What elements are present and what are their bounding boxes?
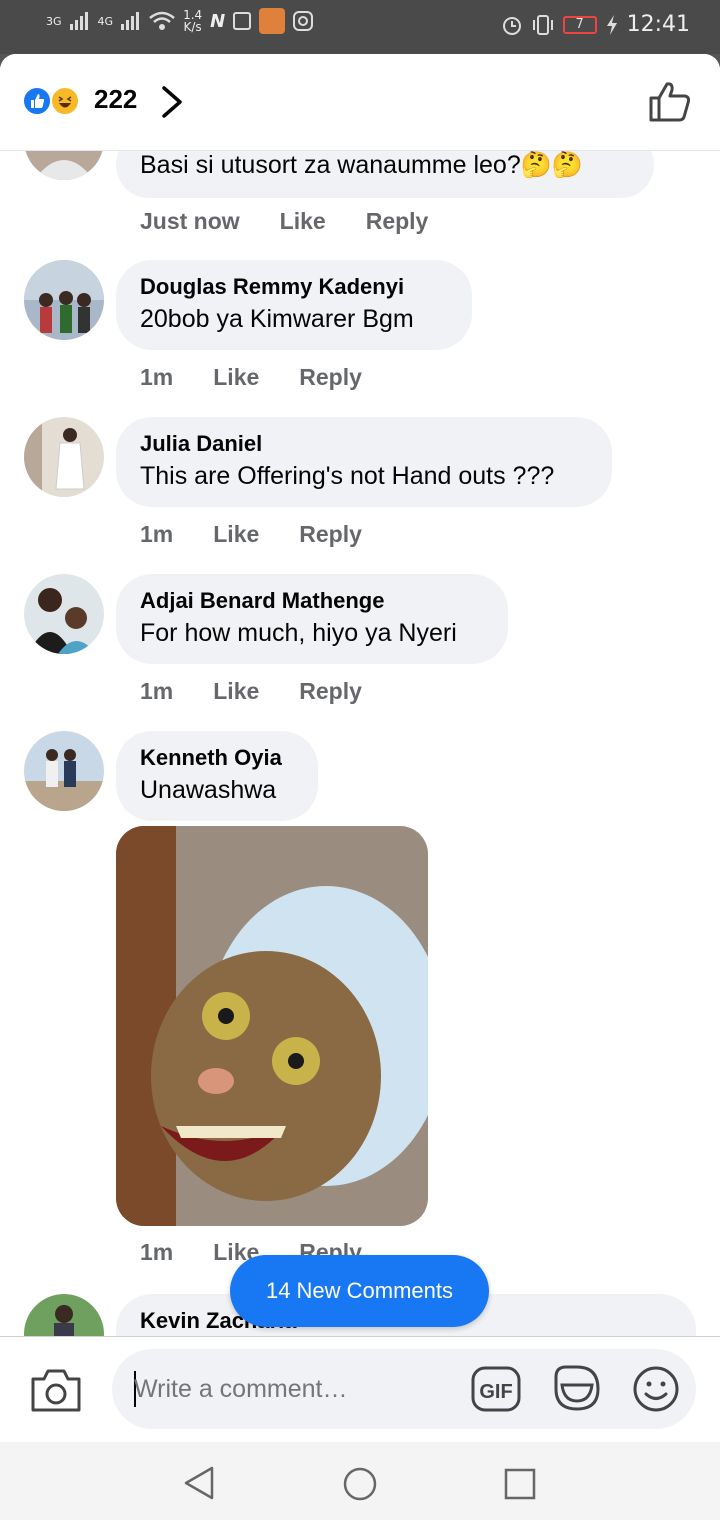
comment-image[interactable] [116,826,428,1226]
comment-time: 1m [140,521,174,547]
comment-time: 1m [140,678,174,704]
chevron-right-icon[interactable] [158,84,188,120]
reply-link[interactable]: Reply [299,364,362,391]
alarm-icon [502,16,521,35]
back-icon[interactable] [182,1466,216,1500]
app-icon [259,8,286,34]
comments-sheet: 222 Basi si utusort za wanaumme leo?🤔🤔 J… [0,54,720,1520]
reply-link[interactable]: Reply [299,678,362,705]
status-right: 7 12:41 [501,12,690,37]
commenter-name[interactable]: Kenneth Oyia [140,743,294,773]
charging-icon [606,14,617,35]
system-nav-bar [0,1442,720,1520]
status-bar: 3G 4G 1.4 K/s N 7 12:41 [0,0,720,54]
comment-text: For how much, hiyo ya Nyeri [140,619,457,647]
comment-text: This are Offering's not Hand outs ??? [140,462,555,490]
recent-apps-icon[interactable] [504,1468,536,1500]
network-4g-label: 4G [97,14,114,28]
network-speed: 1.4 K/s [183,8,203,34]
n-icon: N [210,10,226,32]
comment-text: Unawashwa [140,776,277,804]
comment-bubble[interactable]: Basi si utusort za wanaumme leo?🤔🤔 [116,150,654,198]
like-link[interactable]: Like [213,521,259,548]
avatar[interactable] [24,574,104,654]
haha-reaction-icon[interactable] [50,86,80,116]
signal-icon [69,12,88,30]
status-left: 3G 4G 1.4 K/s N [46,8,314,34]
like-link[interactable]: Like [280,208,326,235]
new-comments-button[interactable]: 14 New Comments [230,1255,489,1327]
instagram-icon [293,11,314,31]
avatar[interactable] [24,260,104,340]
comment-bubble[interactable]: Julia Daniel This are Offering's not Han… [116,417,612,507]
camera-icon[interactable] [30,1367,82,1413]
comment-input-container[interactable]: GIF [112,1349,696,1429]
comment-bubble[interactable]: Douglas Remmy Kadenyi 20bob ya Kimwarer … [116,260,472,350]
comment-time: Just now [140,208,240,234]
vibrate-icon [532,14,553,35]
comment-composer: GIF [0,1336,720,1443]
commenter-name[interactable]: Douglas Remmy Kadenyi [140,272,448,302]
cat-photo [116,826,428,1226]
reply-link[interactable]: Reply [299,521,362,548]
comment-meta: Just now Like Reply [140,208,428,235]
comment-text: Basi si utusort za wanaumme leo?🤔🤔 [140,151,583,179]
avatar[interactable] [24,150,104,180]
comment-meta: 1m Like Reply [140,364,362,391]
comment-meta: 1m Like Reply [140,678,362,705]
comment-meta: 1m Like Reply [140,521,362,548]
like-link[interactable]: Like [213,678,259,705]
reaction-count[interactable]: 222 [94,84,137,115]
avatar[interactable] [24,1294,104,1336]
like-reaction-icon[interactable] [22,86,52,116]
commenter-name[interactable]: Julia Daniel [140,429,588,459]
gif-label: GIF [479,1381,512,1403]
comment-time: 1m [140,364,174,390]
home-icon[interactable] [342,1466,378,1502]
reactions-header: 222 [0,54,720,151]
sticker-icon[interactable] [552,1363,602,1415]
comment-bubble[interactable]: Adjai Benard Mathenge For how much, hiyo… [116,574,508,664]
commenter-name[interactable]: Adjai Benard Mathenge [140,586,484,616]
wifi-icon [149,11,175,30]
clock: 12:41 [626,12,690,37]
message-icon [233,12,252,30]
network-3g-label: 3G [46,14,62,28]
like-link[interactable]: Like [213,364,259,391]
avatar[interactable] [24,731,104,811]
gif-icon[interactable]: GIF [470,1365,522,1413]
comments-list: Basi si utusort za wanaumme leo?🤔🤔 Just … [0,150,720,1336]
comment-bubble[interactable]: Kenneth Oyia Unawashwa [116,731,318,821]
avatar[interactable] [24,417,104,497]
battery-icon: 7 [562,15,597,34]
signal-icon [121,12,140,30]
comment-text: 20bob ya Kimwarer Bgm [140,305,414,333]
comment-time: 1m [140,1239,174,1265]
comment-input[interactable] [134,1369,444,1409]
reply-link[interactable]: Reply [366,208,429,235]
emoji-icon[interactable] [632,1365,680,1413]
like-thumb-icon[interactable] [648,80,692,124]
